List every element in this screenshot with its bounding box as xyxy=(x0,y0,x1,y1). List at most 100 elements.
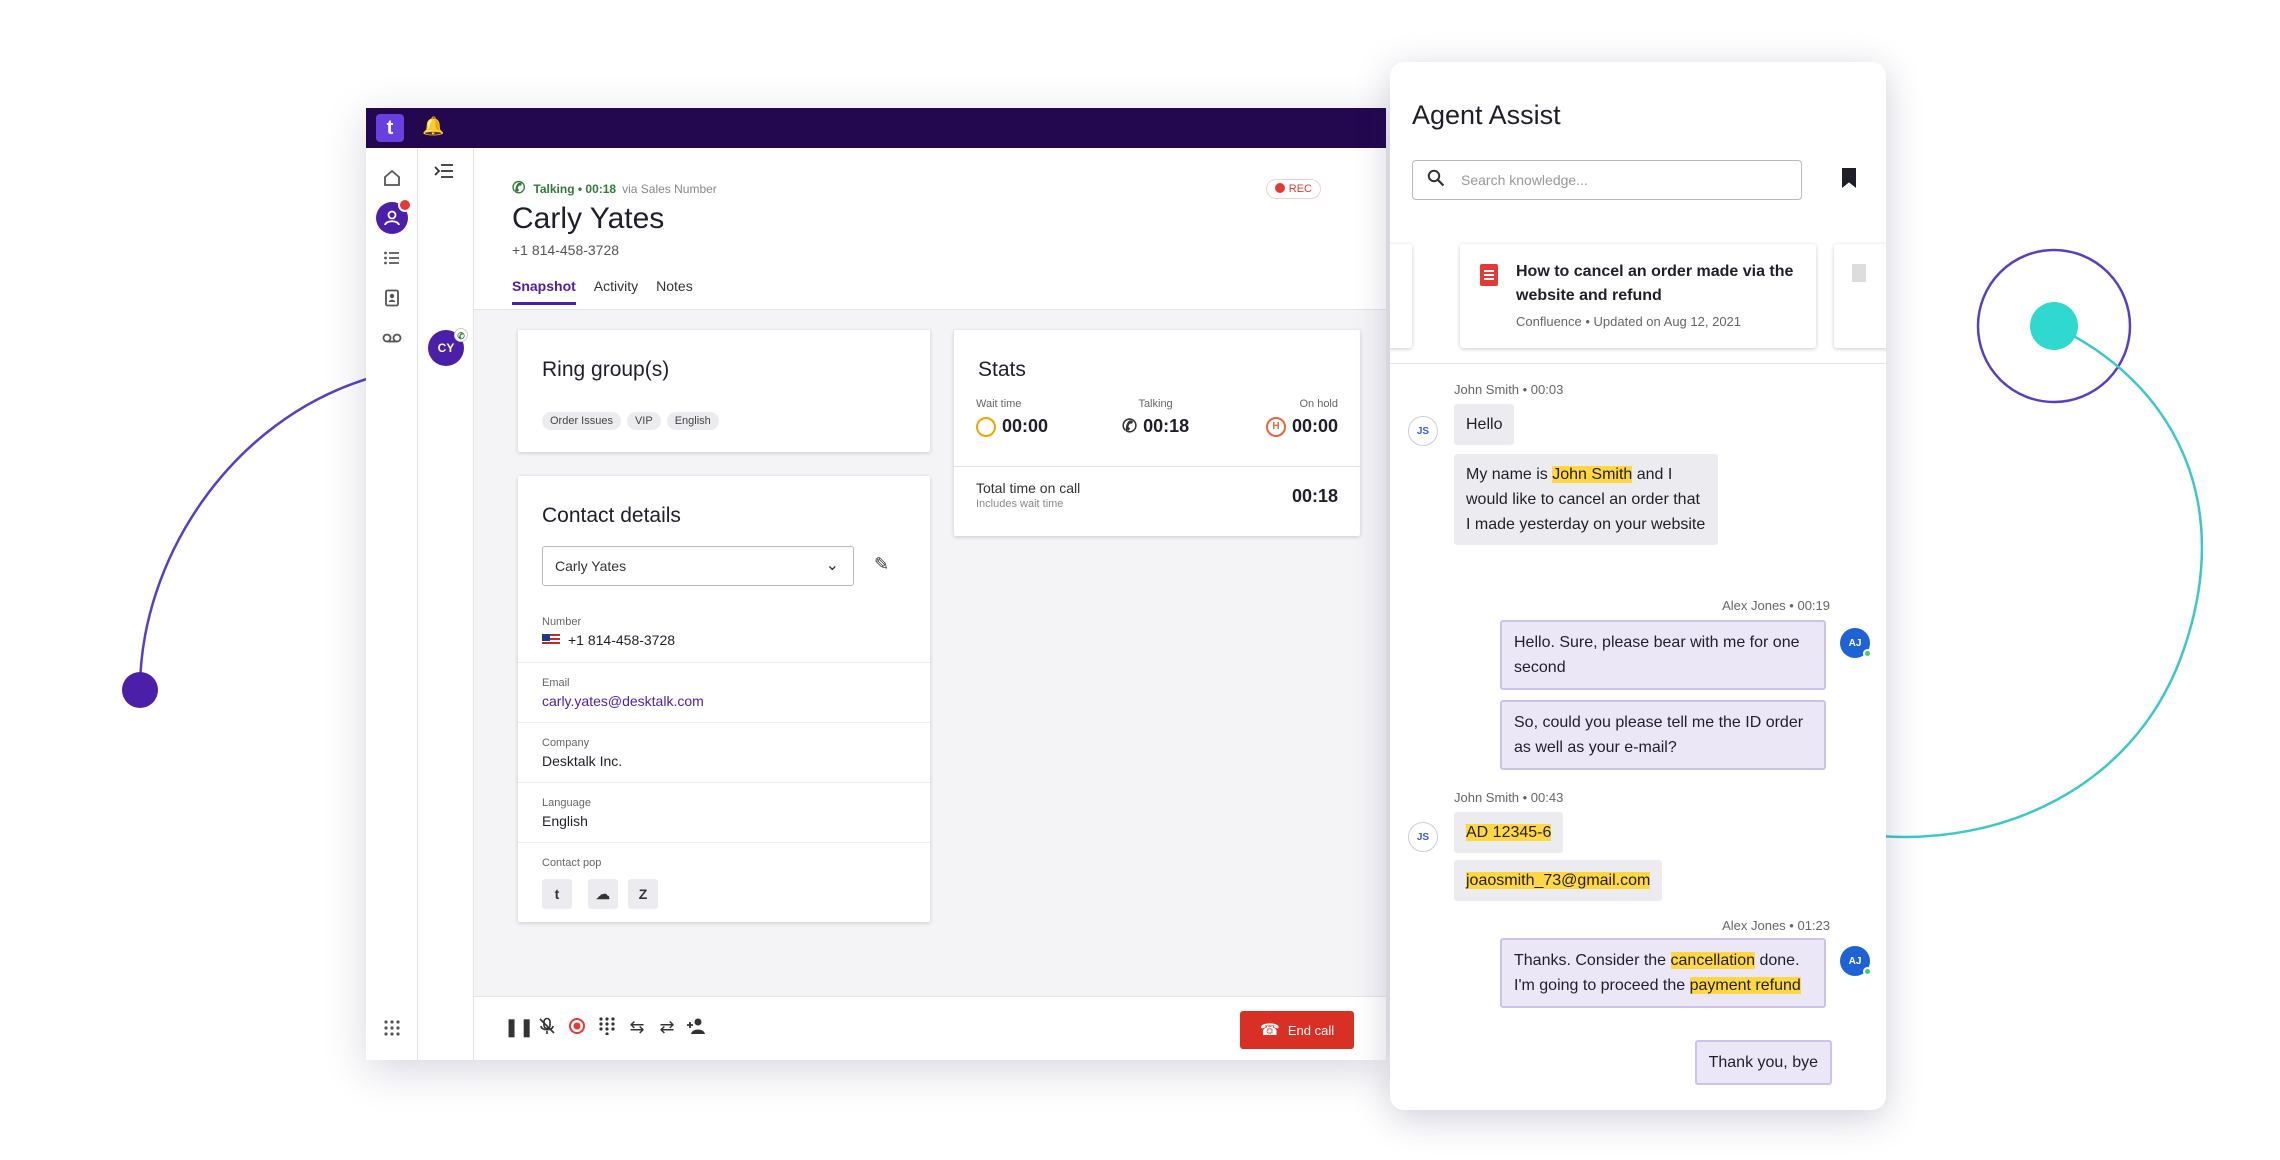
talking-label: Talking xyxy=(1138,398,1173,410)
notification-bell-icon[interactable]: 🔔 xyxy=(422,116,444,137)
end-call-label: End call xyxy=(1287,1022,1335,1038)
home-icon[interactable] xyxy=(376,162,408,194)
swap-call-icon[interactable]: ⇄ xyxy=(654,1017,680,1038)
highlighted-entity: John Smith xyxy=(1552,466,1633,483)
wait-time-label: Wait time xyxy=(976,398,1022,410)
knowledge-card-meta: Confluence • Updated on Aug 12, 2021 xyxy=(1516,314,1742,329)
company-field: Company Desktalk Inc. xyxy=(518,722,930,782)
highlighted-entity: cancellation xyxy=(1670,952,1756,969)
active-call-avatar[interactable]: CY ✆ xyxy=(428,328,468,366)
agent-message: Thanks. Consider the cancellation done. … xyxy=(1500,938,1826,1008)
app-logo[interactable]: t xyxy=(376,114,404,142)
task-list-icon[interactable] xyxy=(376,242,408,274)
contact-select[interactable]: Carly Yates ⌄ xyxy=(542,546,854,586)
agent-avatar: AJ xyxy=(1840,628,1872,658)
knowledge-card-next[interactable] xyxy=(1834,244,1886,348)
ring-groups-card: Ring group(s) Order Issues VIP English xyxy=(518,330,930,452)
divider xyxy=(954,466,1360,467)
top-bar: t 🔔 xyxy=(366,108,1386,148)
contact-phone: +1 814-458-3728 xyxy=(512,242,620,258)
number-value[interactable]: +1 814-458-3728 xyxy=(568,632,675,648)
call-status: ✆ Talking • 00:18 via Sales Number xyxy=(512,178,717,198)
on-hold-label: On hold xyxy=(1299,398,1338,410)
pause-icon[interactable]: ❚❚ xyxy=(504,1017,534,1038)
left-decor-arc xyxy=(138,376,371,691)
end-call-button[interactable]: ☎ End call xyxy=(1240,1011,1354,1049)
add-participant-icon[interactable] xyxy=(684,1017,710,1040)
salesforce-pop-icon[interactable]: ☁ xyxy=(588,879,618,909)
agent-avatar: AJ xyxy=(1840,946,1872,976)
ring-group-chip: English xyxy=(666,412,719,430)
edit-pencil-icon[interactable]: ✎ xyxy=(874,554,889,575)
total-time-sub: Includes wait time xyxy=(976,498,1064,510)
message-text: Thanks. Consider the xyxy=(1514,952,1671,969)
tab-notes[interactable]: Notes xyxy=(656,278,693,305)
stats-title: Stats xyxy=(978,358,1026,381)
agent-initials: AJ xyxy=(1848,637,1862,649)
highlighted-entity: payment refund xyxy=(1689,977,1801,994)
language-value: English xyxy=(542,813,588,829)
contacts-book-icon[interactable] xyxy=(376,282,408,314)
call-status-phone-icon: ✆ xyxy=(454,328,468,342)
collapse-menu-icon[interactable] xyxy=(434,162,454,185)
active-calls-column: CY ✆ xyxy=(418,148,474,1060)
knowledge-card-previous[interactable] xyxy=(1390,244,1412,348)
message-header: Alex Jones • 01:23 xyxy=(1722,918,1830,933)
customer-avatar: JS xyxy=(1408,416,1438,446)
apps-grid-icon[interactable] xyxy=(376,1012,408,1044)
knowledge-card[interactable]: How to cancel an order made via the webs… xyxy=(1460,244,1816,348)
knowledge-cards-carousel: How to cancel an order made via the webs… xyxy=(1390,234,1886,364)
wait-time-value: 00:00 xyxy=(1002,416,1049,436)
calls-agent-icon[interactable] xyxy=(376,198,412,234)
language-field: Language English xyxy=(518,782,930,842)
notification-badge xyxy=(398,198,412,212)
tab-snapshot[interactable]: Snapshot xyxy=(512,278,576,305)
phone-active-icon: ✆ xyxy=(512,180,526,197)
call-header: ✆ Talking • 00:18 via Sales Number Carly Y… xyxy=(474,148,1386,310)
ring-groups-title: Ring group(s) xyxy=(542,358,670,381)
zendesk-pop-icon[interactable]: Z xyxy=(628,879,658,909)
call-controls-bar: ❚❚ ⇆ ⇄ ☎ End call xyxy=(474,996,1386,1060)
company-value: Desktalk Inc. xyxy=(542,753,623,769)
customer-avatar: JS xyxy=(1408,822,1438,852)
contact-details-title: Contact details xyxy=(542,504,681,527)
right-decor-dot xyxy=(2030,302,2078,350)
rec-label: REC xyxy=(1288,183,1312,195)
transfer-agent-icon[interactable]: ⇆ xyxy=(624,1017,650,1038)
talking-stat: Talking ✆ 00:18 xyxy=(1122,398,1189,437)
chevron-down-icon: ⌄ xyxy=(825,557,839,574)
dialpad-icon[interactable] xyxy=(594,1017,620,1040)
hold-icon: H xyxy=(1265,416,1286,437)
customer-initials: JS xyxy=(1416,425,1430,437)
search-placeholder: Search knowledge... xyxy=(1461,172,1588,188)
highlighted-entity: joaosmith_73@gmail.com xyxy=(1466,872,1651,889)
online-status-dot xyxy=(1863,967,1872,976)
right-decor-ring xyxy=(1976,248,2132,404)
number-label: Number xyxy=(542,616,582,628)
agent-assist-panel: Agent Assist Search knowledge... How to … xyxy=(1390,62,1886,1110)
record-icon[interactable] xyxy=(564,1017,590,1040)
ring-group-chip: VIP xyxy=(626,412,661,430)
bookmark-icon[interactable] xyxy=(1842,168,1856,188)
avatar-initials: CY xyxy=(437,341,455,355)
phone-icon: ✆ xyxy=(1122,416,1138,436)
language-label: Language xyxy=(542,797,591,809)
voicemail-icon[interactable] xyxy=(376,322,408,354)
record-dot-icon xyxy=(1274,183,1285,193)
customer-initials: JS xyxy=(1416,831,1430,843)
knowledge-search-input[interactable]: Search knowledge... xyxy=(1412,160,1802,200)
customer-message: My name is John Smith and I would like t… xyxy=(1454,454,1718,545)
ring-group-chip: Order Issues xyxy=(542,412,621,430)
tab-activity[interactable]: Activity xyxy=(594,278,638,305)
email-link[interactable]: carly.yates@desktalk.com xyxy=(542,693,906,709)
email-label: Email xyxy=(542,677,570,689)
talkdesk-pop-icon[interactable]: t xyxy=(542,879,572,909)
left-decor-dot xyxy=(122,672,158,708)
customer-message: Hello xyxy=(1454,404,1515,445)
mute-mic-icon[interactable] xyxy=(534,1017,560,1040)
email-field: Email carly.yates@desktalk.com xyxy=(518,662,930,722)
left-nav-rail xyxy=(366,148,418,1060)
ring-group-chips: Order Issues VIP English xyxy=(542,412,719,430)
company-label: Company xyxy=(542,737,590,749)
total-time-label: Total time on call xyxy=(976,480,1081,496)
